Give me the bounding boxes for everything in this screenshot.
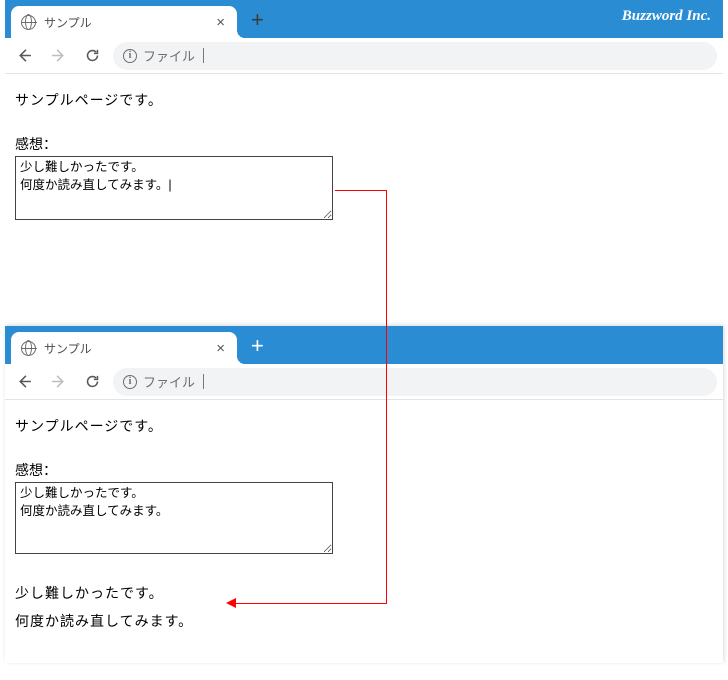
annotation-arrow <box>386 190 387 603</box>
reload-icon <box>84 373 101 390</box>
tab-title: サンプル <box>44 340 212 357</box>
textarea-label: 感想： <box>15 460 713 480</box>
forward-button[interactable] <box>45 43 71 69</box>
browser-window-after: サンプル × + i ファイル サンプルページです。 感想： 少し難しかったです… <box>5 326 723 663</box>
output-text: 少し難しかったです。 何度か読み直してみます。 <box>15 579 713 635</box>
address-text: ファイル <box>143 46 195 65</box>
address-bar[interactable]: i ファイル <box>113 42 717 70</box>
info-icon: i <box>123 375 137 389</box>
globe-icon <box>21 341 36 356</box>
page-heading-text: サンプルページです。 <box>15 90 713 110</box>
titlebar: サンプル × + <box>5 326 723 364</box>
tab-title: サンプル <box>44 14 212 31</box>
toolbar: i ファイル <box>5 38 723 74</box>
reload-button[interactable] <box>79 369 105 395</box>
page-heading-text: サンプルページです。 <box>15 416 713 436</box>
globe-icon <box>21 15 36 30</box>
page-content: サンプルページです。 感想： <box>5 74 723 251</box>
close-icon[interactable]: × <box>212 15 229 30</box>
page-content: サンプルページです。 感想： 少し難しかったです。 何度か読み直してみます。 <box>5 400 723 663</box>
brand-label: Buzzword Inc. <box>622 8 711 25</box>
annotation-arrow <box>335 190 386 191</box>
forward-button[interactable] <box>45 369 71 395</box>
titlebar: サンプル × + Buzzword Inc. <box>5 0 723 38</box>
reload-icon <box>84 47 101 64</box>
back-button[interactable] <box>11 369 37 395</box>
annotation-arrow <box>230 603 387 604</box>
arrow-left-icon <box>16 373 33 390</box>
feedback-textarea[interactable] <box>15 482 333 554</box>
toolbar: i ファイル <box>5 364 723 400</box>
back-button[interactable] <box>11 43 37 69</box>
info-icon: i <box>123 49 137 63</box>
reload-button[interactable] <box>79 43 105 69</box>
arrow-right-icon <box>50 47 67 64</box>
text-cursor <box>203 374 204 389</box>
browser-tab[interactable]: サンプル × <box>11 6 237 38</box>
textarea-label: 感想： <box>15 134 713 154</box>
close-icon[interactable]: × <box>212 341 229 356</box>
address-text: ファイル <box>143 372 195 391</box>
output-line: 何度か読み直してみます。 <box>15 607 713 635</box>
browser-tab[interactable]: サンプル × <box>11 332 237 364</box>
annotation-arrow-head <box>226 598 236 608</box>
arrow-right-icon <box>50 373 67 390</box>
address-bar[interactable]: i ファイル <box>113 368 717 396</box>
arrow-left-icon <box>16 47 33 64</box>
browser-window-before: サンプル × + Buzzword Inc. i ファイル サンプルページです。… <box>5 0 723 251</box>
text-cursor <box>203 48 204 63</box>
feedback-textarea[interactable] <box>15 156 333 220</box>
